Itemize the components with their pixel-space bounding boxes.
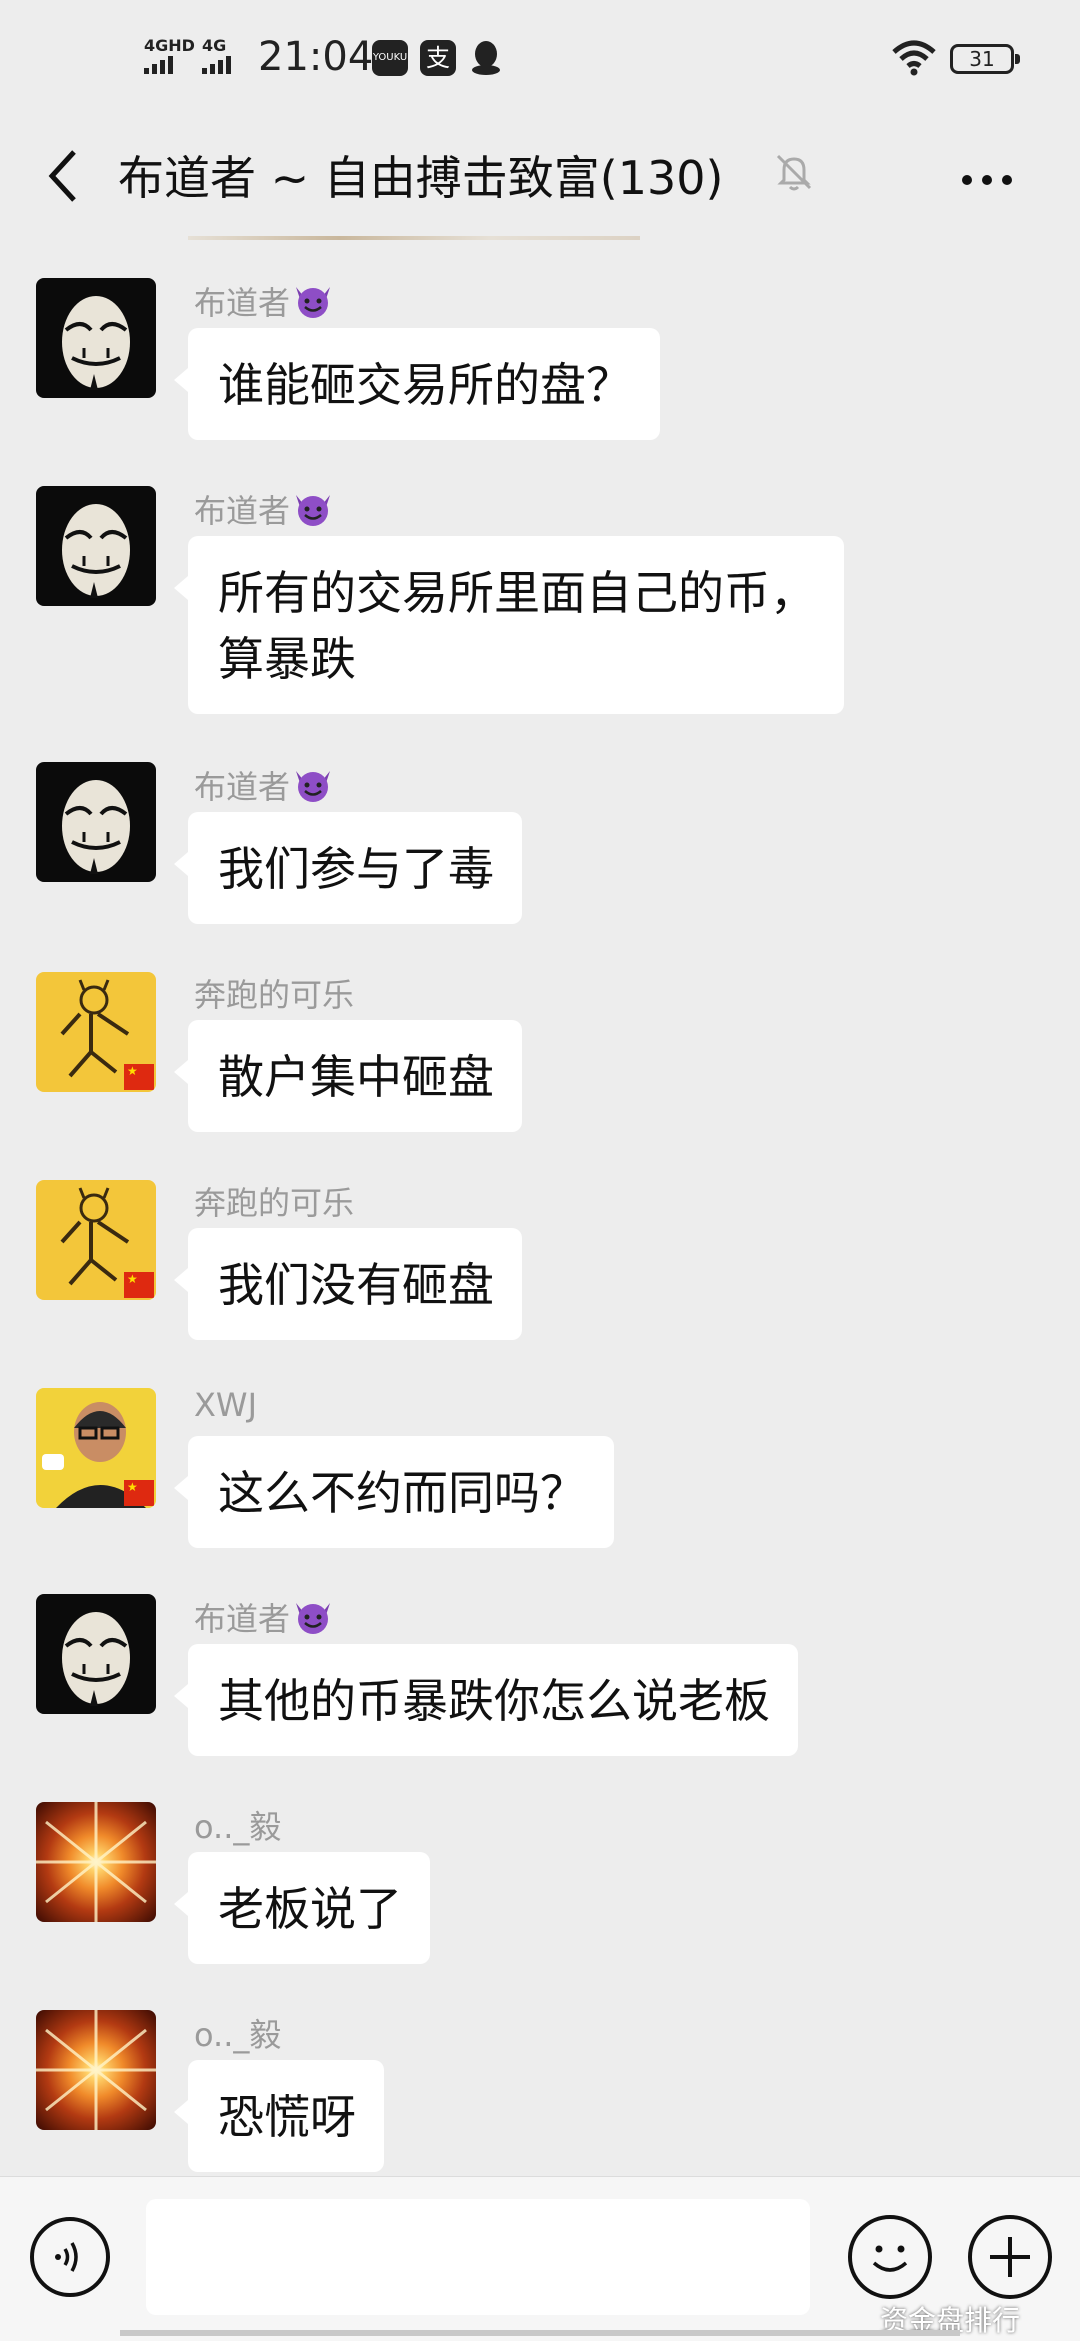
sender-name: 布道者 bbox=[194, 1594, 334, 1643]
smiley-icon bbox=[872, 2245, 908, 2272]
signal-4ghd-icon: 4GHD bbox=[144, 38, 195, 76]
message-input[interactable] bbox=[146, 2199, 810, 2315]
sender-name: o.._毅 bbox=[194, 1808, 282, 1846]
pinned-banner-strip bbox=[188, 236, 640, 240]
light-burst-icon bbox=[36, 2010, 156, 2130]
message-bubble[interactable]: 其他的币暴跌你怎么说老板 bbox=[174, 1644, 798, 1756]
message-bubble[interactable]: 这么不约而同吗？ bbox=[174, 1436, 614, 1548]
message-bubble[interactable]: 我们参与了毒 bbox=[174, 812, 522, 924]
devil-emoji-icon bbox=[292, 1599, 334, 1643]
avatar-xwj[interactable] bbox=[36, 1388, 156, 1508]
message-bubble[interactable]: 所有的交易所里面自己的币， 算暴跌 bbox=[174, 536, 844, 714]
home-indicator bbox=[120, 2330, 960, 2336]
battery-icon: 31 bbox=[950, 44, 1020, 74]
mute-bell-icon bbox=[772, 150, 816, 198]
input-bar: 资金盘排行 bbox=[0, 2176, 1080, 2341]
message-bubble[interactable]: 老板说了 bbox=[174, 1852, 430, 1964]
message-bubble[interactable]: 谁能砸交易所的盘？ bbox=[174, 328, 660, 440]
sender-name: 布道者 bbox=[194, 762, 334, 811]
status-bar: 4GHD 4G 21:04 YOUKU 支 31 bbox=[0, 0, 1080, 120]
china-flag-icon bbox=[124, 1480, 154, 1506]
avatar-mask[interactable] bbox=[36, 762, 156, 882]
wifi-icon bbox=[890, 38, 938, 82]
signal-4g-icon: 4G bbox=[202, 38, 234, 76]
qq-icon bbox=[468, 40, 504, 76]
guy-fawkes-mask-icon bbox=[62, 780, 130, 874]
avatar-light-burst[interactable] bbox=[36, 1802, 156, 1922]
guy-fawkes-mask-icon bbox=[62, 504, 130, 598]
sender-name: XWJ bbox=[194, 1386, 257, 1424]
more-options-button[interactable] bbox=[962, 170, 1022, 189]
emoji-button[interactable] bbox=[848, 2215, 932, 2299]
china-flag-icon bbox=[124, 1272, 154, 1298]
avatar-light-burst[interactable] bbox=[36, 2010, 156, 2130]
youku-icon: YOUKU bbox=[372, 40, 408, 76]
sender-name: 奔跑的可乐 bbox=[194, 1184, 355, 1222]
back-button[interactable] bbox=[38, 140, 98, 210]
chat-header: 布道者 ~ 自由搏击致富(130) bbox=[0, 120, 1080, 230]
sender-name: 布道者 bbox=[194, 486, 334, 535]
message-bubble[interactable]: 散户集中砸盘 bbox=[174, 1020, 522, 1132]
guy-fawkes-mask-icon bbox=[62, 296, 130, 390]
message-bubble[interactable]: 恐慌呀 bbox=[174, 2060, 384, 2172]
avatar-mask[interactable] bbox=[36, 278, 156, 398]
message-bubble[interactable]: 我们没有砸盘 bbox=[174, 1228, 522, 1340]
avatar-mask[interactable] bbox=[36, 1594, 156, 1714]
sender-name: 奔跑的可乐 bbox=[194, 976, 355, 1014]
avatar-cartoon-dog[interactable] bbox=[36, 1180, 156, 1300]
avatar-mask[interactable] bbox=[36, 486, 156, 606]
network-type-label-2: 4G bbox=[202, 36, 227, 55]
sender-name: o.._毅 bbox=[194, 2016, 282, 2054]
status-time: 21:04 bbox=[258, 34, 374, 80]
alipay-icon: 支 bbox=[420, 40, 456, 76]
voice-icon bbox=[55, 2242, 78, 2272]
devil-emoji-icon bbox=[292, 767, 334, 811]
network-type-label: 4GHD bbox=[144, 36, 195, 55]
sender-name: 布道者 bbox=[194, 278, 334, 327]
devil-emoji-icon bbox=[292, 283, 334, 327]
avatar-cartoon-dog[interactable] bbox=[36, 972, 156, 1092]
more-functions-button[interactable] bbox=[968, 2215, 1052, 2299]
china-flag-icon bbox=[124, 1064, 154, 1090]
chat-title: 布道者 ~ 自由搏击致富(130) bbox=[118, 151, 724, 205]
voice-input-button[interactable] bbox=[30, 2217, 110, 2297]
light-burst-icon bbox=[36, 1802, 156, 1922]
guy-fawkes-mask-icon bbox=[62, 1612, 130, 1706]
devil-emoji-icon bbox=[292, 491, 334, 535]
